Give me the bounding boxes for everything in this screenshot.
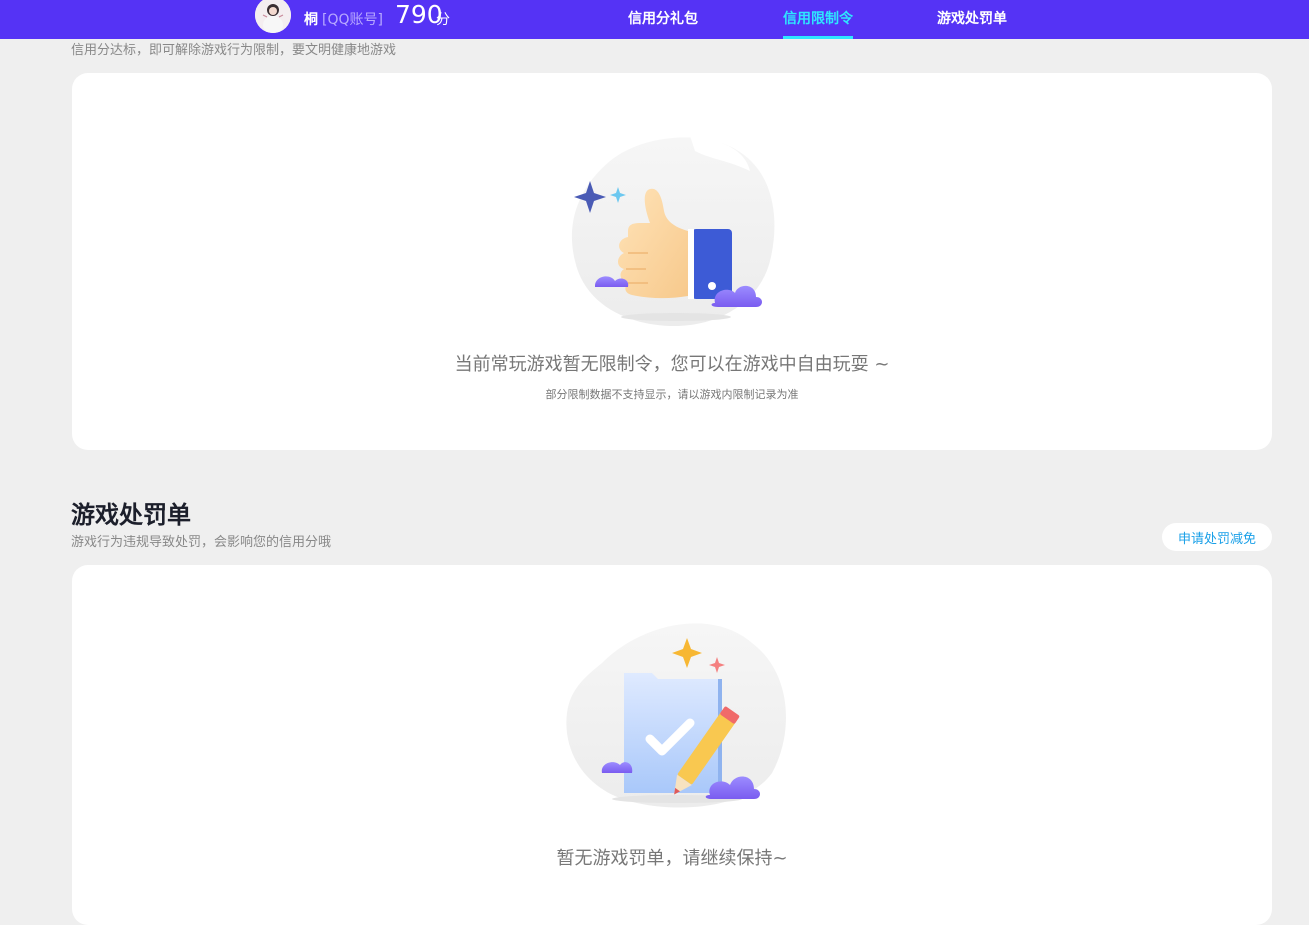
tab-game-penalty[interactable]: 游戏处罚单 [937, 8, 1007, 28]
account-type-label: [QQ账号] [322, 12, 383, 28]
restriction-empty-note: 部分限制数据不支持显示，请以游戏内限制记录为准 [545, 388, 799, 401]
active-tab-underline [783, 36, 853, 39]
avatar[interactable] [255, 0, 291, 33]
top-nav-bar: 桐 [QQ账号] 790 分 信用分礼包 信用限制令 游戏处罚单 [0, 0, 1309, 39]
penalty-empty-card: 暂无游戏罚单，请继续保持~ [72, 565, 1272, 925]
penalty-section-description: 游戏行为违规导致处罚，会影响您的信用分哦 [71, 535, 332, 550]
restriction-section-description: 信用分达标，即可解除游戏行为限制，要文明健康地游戏 [71, 43, 397, 58]
restriction-empty-title: 当前常玩游戏暂无限制令，您可以在游戏中自由玩耍 ~ [454, 354, 890, 375]
tab-credit-gift[interactable]: 信用分礼包 [628, 8, 698, 28]
user-name: 桐 [304, 12, 318, 28]
restriction-empty-card: 当前常玩游戏暂无限制令，您可以在游戏中自由玩耍 ~ 部分限制数据不支持显示，请以… [72, 73, 1272, 450]
credit-score-unit: 分 [436, 12, 450, 28]
penalty-empty-title: 暂无游戏罚单，请继续保持~ [556, 848, 788, 869]
apply-penalty-reduction-button[interactable]: 申请处罚减免 [1162, 523, 1272, 551]
tab-credit-restriction[interactable]: 信用限制令 [783, 8, 853, 28]
penalty-section-title: 游戏处罚单 [71, 501, 191, 529]
folder-check-pencil-illustration [566, 623, 786, 808]
thumbs-up-illustration [571, 136, 775, 326]
